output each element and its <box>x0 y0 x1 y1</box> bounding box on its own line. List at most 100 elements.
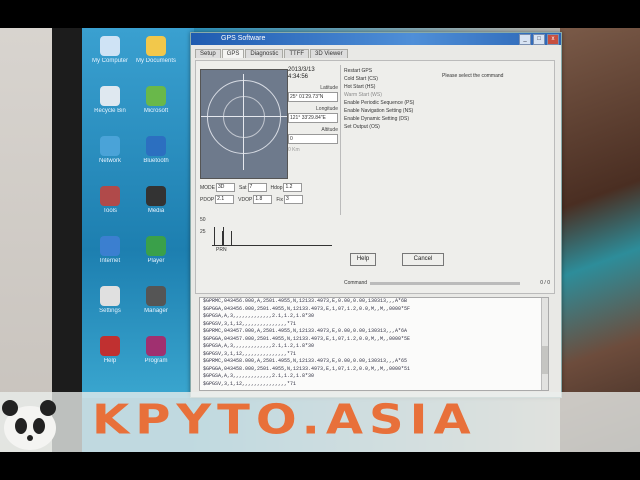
progress-value: 0 / 0 <box>540 280 550 286</box>
minimize-button[interactable]: _ <box>519 34 531 45</box>
program-icon <box>146 336 166 356</box>
globe-icon <box>100 236 120 256</box>
desktop-icon[interactable]: Manager <box>134 286 178 315</box>
log-line: $GPGGA,043458.000,2501.4955,N,12133.4973… <box>203 365 411 372</box>
maximize-button[interactable]: □ <box>533 34 545 45</box>
signal-strength-plot: 50 25 PRN <box>200 217 332 257</box>
result-label: Please select the command <box>442 73 504 79</box>
desktop-icon-label: Player <box>147 258 165 264</box>
background-wall <box>0 28 52 452</box>
sky-view-ring-inner <box>223 96 265 138</box>
hdop-label: Hdop <box>270 184 283 191</box>
desktop-icon-label: Microsoft <box>143 108 169 114</box>
status-row: MODE 3D Sat 7 Hdop 1.2 <box>200 183 303 192</box>
desktop-icon[interactable]: Microsoft <box>134 86 178 115</box>
signal-axis <box>212 245 332 246</box>
sky-view-axis-horizontal <box>201 116 287 117</box>
desktop-icon-label: Tools <box>102 208 117 214</box>
longitude-field: 121° 33'29.84"E <box>288 113 338 123</box>
desktop-icon[interactable]: My Documents <box>134 36 178 65</box>
tab-setup[interactable]: Setup <box>195 49 221 58</box>
desktop-icon[interactable]: My Computer <box>88 36 132 65</box>
command-list-item[interactable]: Restart GPS <box>344 67 434 75</box>
desktop-icon[interactable]: Bluetooth <box>134 136 178 165</box>
latitude-label: Latitude <box>320 85 338 91</box>
settings-icon <box>100 286 120 306</box>
help-button[interactable]: Help <box>350 253 376 266</box>
log-scroll-thumb[interactable] <box>542 346 548 374</box>
desktop-icon-label: Help <box>103 358 117 364</box>
tools-icon <box>100 186 120 206</box>
desktop-icon[interactable]: Media <box>134 186 178 215</box>
command-list-item[interactable]: Warm Start (WS) <box>344 91 434 99</box>
mode-label: MODE <box>200 184 215 191</box>
panel-divider <box>340 65 341 215</box>
window-titlebar: GPS Software _ □ x <box>191 33 561 45</box>
status-row-2: PDOP 2.1 VDOP 1.8 Fix 3 <box>200 195 304 204</box>
cancel-button[interactable]: Cancel <box>402 253 444 266</box>
tab-bar: Setup GPS Diagnostic TTFF 3D Viewer <box>195 49 348 58</box>
desktop-icon[interactable]: Network <box>88 136 132 165</box>
signal-label-top: 50 <box>200 217 206 223</box>
log-line: $GPGSV,3,1,12,,,,,,,,,,,,,,,*71 <box>203 380 297 387</box>
log-line: $GPGGA,043457.000,2501.4955,N,12133.4973… <box>203 335 411 342</box>
desktop-icon[interactable]: Help <box>88 336 132 365</box>
signal-label-mid: 25 <box>200 229 206 235</box>
media-icon <box>146 186 166 206</box>
bluetooth-icon <box>146 136 166 156</box>
window-title: GPS Software <box>221 35 266 42</box>
desktop-icon-label: Settings <box>99 308 121 314</box>
log-line: $GPGGA,043456.000,2501.4955,N,12133.4973… <box>203 305 411 312</box>
command-list-item[interactable]: Enable Dynamic Setting (DS) <box>344 115 434 123</box>
log-scrollbar[interactable] <box>541 298 548 390</box>
command-list-item[interactable]: Cold Start (CS) <box>344 75 434 83</box>
pdop-label: PDOP <box>200 196 215 203</box>
player-icon <box>146 236 166 256</box>
command-list-item[interactable]: Enable Periodic Sequence (PS) <box>344 99 434 107</box>
tab-gps[interactable]: GPS <box>221 49 245 58</box>
tab-diagnostic[interactable]: Diagnostic <box>245 49 284 58</box>
log-line: $GPGSA,A,3,,,,,,,,,,,,,2.1,1.2,1.8*30 <box>203 313 315 319</box>
latitude-field: 25° 01'29.73"N <box>288 92 338 102</box>
fix-date: 2013/3/13 <box>288 67 315 73</box>
log-line: $GPRMC,043456.000,A,2501.4955,N,12133.49… <box>203 298 408 304</box>
command-list-item[interactable]: Enable Navigation Setting (NS) <box>344 107 434 115</box>
log-line: $GPGSV,3,1,12,,,,,,,,,,,,,,,*71 <box>203 320 297 327</box>
photo-scene: My Computer My Documents Recycle Bin Micros… <box>0 28 640 452</box>
vdop-field: 1.8 <box>253 195 273 204</box>
computer-icon <box>100 36 120 56</box>
desktop-icon[interactable]: Recycle Bin <box>88 86 132 115</box>
tab-3d-viewer[interactable]: 3D Viewer <box>310 49 348 58</box>
log-line: $GPRMC,043457.000,A,2501.4955,N,12133.49… <box>203 328 408 334</box>
log-line: $GPGSA,A,3,,,,,,,,,,,,,2.1,1.2,1.8*30 <box>203 343 315 349</box>
nmea-log[interactable]: $GPRMC,043456.000,A,2501.4955,N,12133.49… <box>199 297 549 391</box>
network-icon <box>100 136 120 156</box>
desktop-icon[interactable]: Settings <box>88 286 132 315</box>
sats-field: 7 <box>247 183 267 192</box>
progress-label: Command <box>344 280 368 286</box>
log-line: $GPGSA,A,3,,,,,,,,,,,,,2.1,1.2,1.8*30 <box>203 373 315 379</box>
desktop-icon-label: My Computer <box>91 58 128 64</box>
altitude-label: Altitude <box>321 127 338 133</box>
app-icon <box>146 86 166 106</box>
desktop-icon[interactable]: Program <box>134 336 178 365</box>
command-list-item[interactable]: Hot Start (HS) <box>344 83 434 91</box>
desktop-icon[interactable]: Internet <box>88 236 132 265</box>
sky-view <box>200 69 288 179</box>
folder-icon <box>146 36 166 56</box>
close-button[interactable]: x <box>547 34 559 45</box>
command-list[interactable]: Restart GPS Cold Start (CS) Hot Start (HS)… <box>344 67 434 131</box>
hdop-field: 1.2 <box>283 183 303 192</box>
desktop-icon[interactable]: Tools <box>88 186 132 215</box>
tab-ttff[interactable]: TTFF <box>284 49 310 58</box>
fix-time: 4:34:56 <box>288 74 309 80</box>
desktop-icon[interactable]: Player <box>134 236 178 265</box>
recycle-bin-icon <box>100 86 120 106</box>
help-icon <box>100 336 120 356</box>
pdop-field: 2.1 <box>215 195 235 204</box>
vdop-label: VDOP <box>238 196 253 203</box>
desktop-icon-label: Program <box>144 358 168 364</box>
command-list-item[interactable]: Set Output (OS) <box>344 123 434 131</box>
fix-info: 2013/3/13 4:34:56 Latitude 25° 01'29.73"… <box>288 67 338 153</box>
desktop-icon-label: Network <box>98 158 121 164</box>
